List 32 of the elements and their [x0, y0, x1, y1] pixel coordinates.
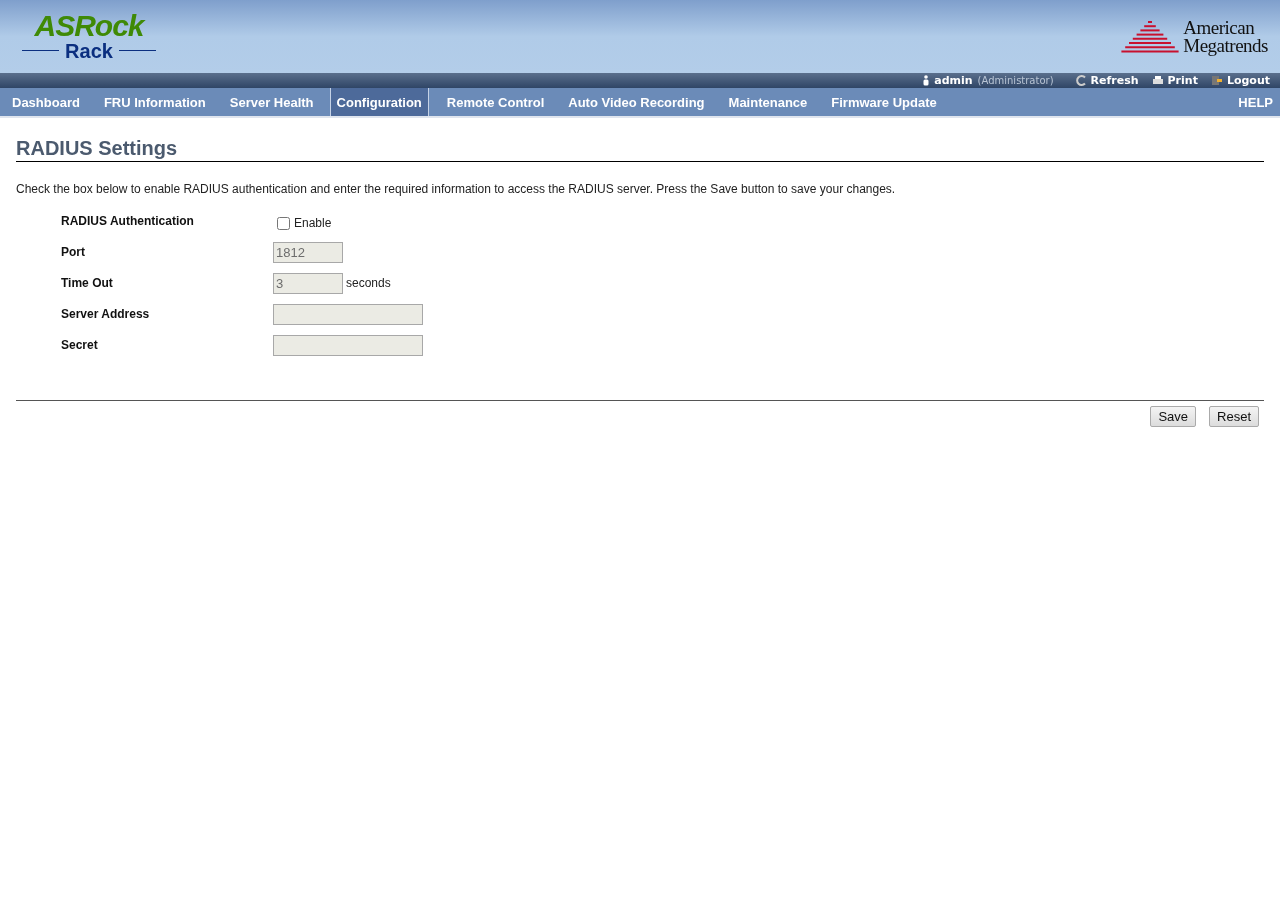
field-label: RADIUS Authentication — [61, 214, 195, 228]
nav-tab[interactable]: Dashboard — [0, 88, 92, 116]
user-role: (Administrator) — [977, 75, 1054, 86]
field-label: Secret — [61, 338, 99, 352]
nav-tab[interactable]: Configuration — [329, 88, 429, 116]
checkbox-label: Enable — [294, 216, 332, 230]
page-description: Check the box below to enable RADIUS authentication and enter the required information to access the RADIUS server. Press the Save button to save your changes. — [16, 182, 897, 196]
enable-checkbox[interactable] — [277, 216, 290, 230]
nav-tab[interactable]: Auto Video Recording — [556, 88, 717, 116]
form-button[interactable]: Reset — [1209, 406, 1259, 427]
logout-link[interactable]: Logout — [1210, 74, 1270, 87]
field-label: Server Address — [61, 307, 151, 321]
form-button[interactable]: Save — [1150, 406, 1197, 427]
field-label: Port — [61, 245, 86, 259]
nav-tab[interactable]: Server Health — [217, 88, 326, 116]
user-icon — [923, 75, 930, 86]
help-link[interactable]: HELP — [1226, 88, 1280, 116]
nav-tab[interactable]: Remote Control — [434, 88, 557, 116]
printer-icon — [1151, 75, 1164, 86]
page-title: RADIUS Settings — [16, 137, 1264, 162]
nav-tab[interactable]: Maintenance — [716, 88, 820, 116]
nav-tab[interactable]: FRU Information — [91, 88, 218, 116]
refresh-link[interactable]: Refresh — [1074, 74, 1139, 87]
unit-label: seconds — [346, 276, 391, 290]
door-icon — [1210, 75, 1223, 86]
asrock-logo: ASRock Rack — [22, 11, 156, 62]
nav-tab[interactable]: Firmware Update — [819, 88, 949, 116]
user-name: admin — [934, 74, 973, 87]
ami-logo: American Megatrends — [1119, 18, 1268, 55]
refresh-icon — [1074, 75, 1087, 86]
print-link[interactable]: Print — [1151, 74, 1198, 87]
field-label: Time Out — [61, 276, 114, 290]
